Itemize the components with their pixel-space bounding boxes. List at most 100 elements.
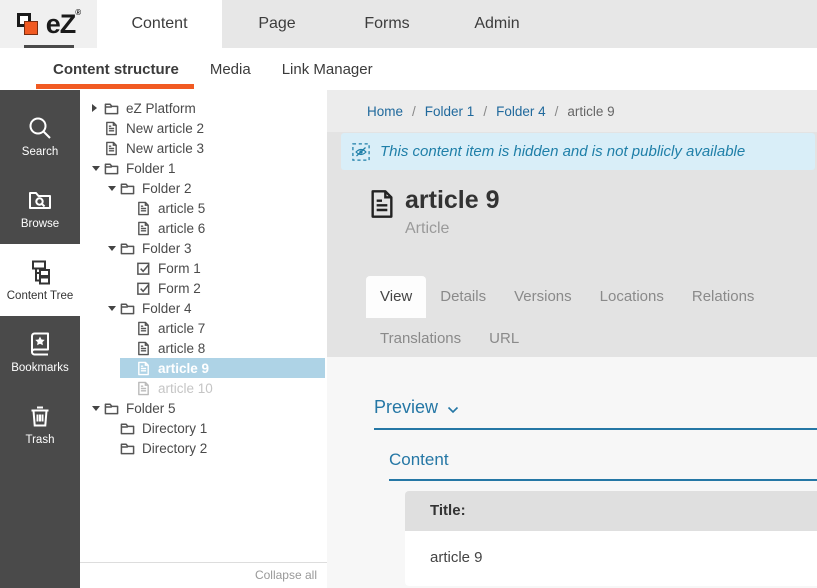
- view-tab-content: Preview Content Title:article 9: [327, 357, 817, 588]
- tab-relations[interactable]: Relations: [678, 276, 769, 318]
- subbar-tab-content-structure[interactable]: Content structure: [53, 61, 179, 78]
- breadcrumb-item-folder-4[interactable]: Folder 4: [496, 104, 546, 119]
- breadcrumb: Home/Folder 1/Folder 4/article 9: [327, 90, 817, 132]
- folder-icon: [120, 241, 135, 256]
- ez-logo[interactable]: eZ®: [0, 0, 97, 48]
- breadcrumb-item-home[interactable]: Home: [367, 104, 403, 119]
- tree-item-article-10[interactable]: article 10: [120, 378, 325, 398]
- tree-item-ez-platform[interactable]: eZ Platform: [88, 98, 325, 118]
- content-section-header: Content: [389, 450, 817, 481]
- subbar-tab-media[interactable]: Media: [210, 61, 251, 78]
- tree-item-directory-1[interactable]: Directory 1: [104, 418, 325, 438]
- top-bar: eZ® ContentPageFormsAdmin: [0, 0, 817, 48]
- collapse-all-button[interactable]: Collapse all: [80, 562, 327, 588]
- article-icon: [136, 361, 151, 376]
- page-title: article 9: [405, 187, 500, 215]
- topbar-tab-admin[interactable]: Admin: [442, 0, 552, 48]
- collapse-toggle-icon[interactable]: [108, 306, 120, 311]
- chevron-down-icon: [447, 398, 459, 419]
- hidden-content-notice-text: This content item is hidden and is not p…: [380, 143, 745, 160]
- folder-icon: [120, 441, 135, 456]
- topbar-tab-content[interactable]: Content: [97, 0, 222, 48]
- collapse-toggle-icon[interactable]: [108, 246, 120, 251]
- content-type-label: Article: [405, 220, 500, 238]
- browse-icon: [27, 187, 53, 213]
- breadcrumb-item-folder-1[interactable]: Folder 1: [425, 104, 475, 119]
- field-table: Title:article 9: [405, 491, 817, 586]
- tab-locations[interactable]: Locations: [586, 276, 678, 318]
- sidebar-item-content-tree[interactable]: Content Tree: [0, 244, 80, 316]
- sidebar-item-browse[interactable]: Browse: [0, 172, 80, 244]
- preview-section-label: Preview: [374, 397, 438, 418]
- tree-item-folder-3[interactable]: Folder 3: [104, 238, 325, 258]
- sidebar-item-trash[interactable]: Trash: [0, 388, 80, 460]
- tree-item-article-5[interactable]: article 5: [120, 198, 325, 218]
- article-icon: [104, 141, 119, 156]
- ez-logo-icon: [17, 11, 41, 37]
- topbar-tab-forms[interactable]: Forms: [332, 0, 442, 48]
- tree-item-folder-4[interactable]: Folder 4: [104, 298, 325, 318]
- sidebar-item-bookmarks[interactable]: Bookmarks: [0, 316, 80, 388]
- sidebar-item-label: Search: [22, 146, 58, 158]
- search-icon: [27, 115, 53, 141]
- field-value: article 9: [405, 531, 817, 586]
- tree-item-folder-2[interactable]: Folder 2: [104, 178, 325, 198]
- folder-icon: [120, 181, 135, 196]
- form-icon: [136, 261, 151, 276]
- collapse-toggle-icon[interactable]: [92, 166, 104, 171]
- collapse-toggle-icon[interactable]: [108, 186, 120, 191]
- tree-item-label: article 8: [158, 341, 205, 356]
- tree-item-label: article 6: [158, 221, 205, 236]
- article-icon: [370, 189, 394, 219]
- main-panel: Home / Folder 1 / Folder 4 / article 9 This co…: [327, 90, 817, 588]
- tree-item-new-article-3[interactable]: New article 3: [88, 138, 325, 158]
- tab-details[interactable]: Details: [426, 276, 500, 318]
- ez-logo-text: eZ®: [46, 11, 80, 38]
- tree-item-directory-2[interactable]: Directory 2: [104, 438, 325, 458]
- breadcrumb-separator: /: [555, 104, 559, 119]
- tree-item-label: article 9: [158, 361, 209, 376]
- tab-view[interactable]: View: [366, 276, 426, 318]
- topbar-tabs: ContentPageFormsAdmin: [97, 0, 552, 48]
- topbar-tab-page[interactable]: Page: [222, 0, 332, 48]
- tree-item-form-1[interactable]: Form 1: [120, 258, 325, 278]
- tree-item-article-9[interactable]: article 9: [120, 358, 325, 378]
- tree-item-article-6[interactable]: article 6: [120, 218, 325, 238]
- article-icon: [136, 381, 151, 396]
- collapse-toggle-icon[interactable]: [92, 406, 104, 411]
- content-title-block: article 9 Article: [370, 187, 817, 238]
- sidebar-item-label: Trash: [26, 434, 55, 446]
- article-icon: [136, 341, 151, 356]
- tree-item-article-8[interactable]: article 8: [120, 338, 325, 358]
- breadcrumb-separator: /: [412, 104, 416, 119]
- sidebar-item-search[interactable]: Search: [0, 100, 80, 172]
- preview-section-header[interactable]: Preview: [374, 395, 817, 430]
- content-tree-icon: [27, 259, 53, 285]
- tree-item-folder-5[interactable]: Folder 5: [88, 398, 325, 418]
- tree-item-article-7[interactable]: article 7: [120, 318, 325, 338]
- tab-url[interactable]: URL: [475, 318, 533, 360]
- tree-item-label: Folder 2: [142, 181, 192, 196]
- breadcrumb-separator: /: [483, 104, 487, 119]
- trash-icon: [27, 403, 53, 429]
- article-icon: [136, 321, 151, 336]
- tab-versions[interactable]: Versions: [500, 276, 586, 318]
- expand-toggle-icon[interactable]: [92, 104, 104, 112]
- form-icon: [136, 281, 151, 296]
- tree-item-label: eZ Platform: [126, 101, 196, 116]
- subbar-tab-link-manager[interactable]: Link Manager: [282, 61, 373, 78]
- tree-item-label: article 10: [158, 381, 213, 396]
- content-tree-panel: eZ PlatformNew article 2New article 3Fol…: [80, 90, 327, 588]
- tree-item-label: article 7: [158, 321, 205, 336]
- folder-icon: [104, 101, 119, 116]
- tree-item-label: Folder 5: [126, 401, 176, 416]
- tree-item-label: Folder 3: [142, 241, 192, 256]
- article-icon: [104, 121, 119, 136]
- sidebar-item-label: Browse: [21, 218, 59, 230]
- tree-item-label: Form 2: [158, 281, 201, 296]
- tree-item-form-2[interactable]: Form 2: [120, 278, 325, 298]
- article-icon: [136, 221, 151, 236]
- tree-item-folder-1[interactable]: Folder 1: [88, 158, 325, 178]
- tree-item-new-article-2[interactable]: New article 2: [88, 118, 325, 138]
- tab-translations[interactable]: Translations: [366, 318, 475, 360]
